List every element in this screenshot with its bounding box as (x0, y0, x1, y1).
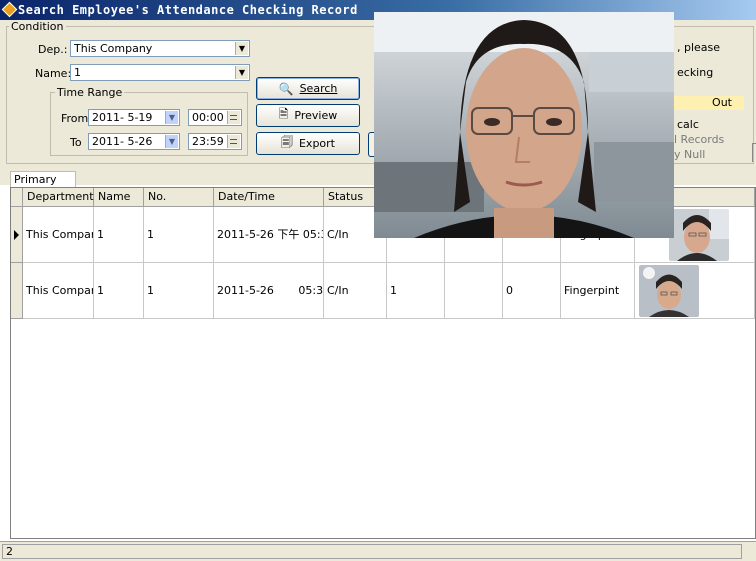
employee-photo-thumbnail[interactable] (639, 265, 699, 317)
cell-verify[interactable]: Fingerpint (561, 263, 635, 319)
department-select[interactable]: This Company ▼ (70, 40, 250, 57)
status-bar: 2 (0, 541, 756, 561)
chevron-down-icon[interactable]: ▼ (235, 66, 248, 79)
hint-text-2: ecking (677, 66, 714, 79)
col-header-datetime[interactable]: Date/Time (214, 188, 324, 207)
partial-control[interactable] (752, 143, 756, 162)
export-label: Export (298, 137, 335, 150)
cell-datetime[interactable]: 2011-5-26 下午 05:37:5 (214, 207, 324, 263)
name-select[interactable]: 1 ▼ (70, 64, 250, 81)
search-icon: 🔍 (278, 81, 294, 96)
from-date-picker[interactable]: 2011- 5-19 ▼ (88, 109, 180, 126)
export-icon: 🗐 (280, 135, 293, 149)
chevron-down-icon[interactable]: ▼ (235, 42, 248, 55)
dep-label: Dep.: (38, 43, 68, 56)
spin-arrows-icon[interactable] (227, 111, 240, 124)
chevron-down-icon[interactable]: ▼ (165, 111, 178, 124)
hint-text-1: , please (677, 41, 721, 54)
out-indicator: Out (674, 96, 744, 110)
camera-capture-overlay (374, 12, 674, 238)
name-value: 1 (74, 66, 81, 79)
record-count: 2 (2, 544, 742, 559)
from-time-value: 00:00 (192, 111, 224, 124)
from-label: From (61, 112, 89, 125)
to-date-picker[interactable]: 2011- 5-26 ▼ (88, 133, 180, 150)
cell-name[interactable]: 1 (94, 263, 144, 319)
col-header-no[interactable]: No. (144, 188, 214, 207)
camera-face-image (374, 12, 674, 238)
preview-label: Preview (294, 109, 338, 122)
calc-label: calc (677, 118, 699, 131)
null-label: y Null (674, 148, 706, 161)
name-label: Name: (35, 67, 72, 80)
tab-primary-logs[interactable]: Primary Logs (10, 171, 76, 201)
to-date-value: 2011- 5-26 (92, 135, 153, 148)
search-label: Search (299, 82, 338, 95)
face-photo-icon (639, 265, 699, 317)
employee-photo-thumbnail[interactable] (669, 209, 729, 261)
records-table: Department Name No. Date/Time Status Thi… (10, 187, 756, 539)
chevron-down-icon[interactable]: ▼ (165, 135, 178, 148)
row-header-corner (11, 188, 23, 207)
spin-arrows-icon[interactable] (227, 135, 240, 148)
records-label: l Records (674, 133, 725, 146)
cell-col6[interactable]: 1 (387, 263, 445, 319)
department-value: This Company (74, 42, 153, 55)
from-time-spinner[interactable]: 00:00 (188, 109, 242, 126)
cell-status[interactable]: C/In (324, 263, 387, 319)
condition-legend: Condition (9, 20, 66, 33)
face-photo-icon (669, 209, 729, 261)
time-range-legend: Time Range (55, 86, 125, 99)
to-time-value: 23:59 (192, 135, 224, 148)
cell-no[interactable]: 1 (144, 207, 214, 263)
cell-department[interactable]: This Company (23, 263, 94, 319)
to-label: To (70, 136, 82, 149)
search-button[interactable]: 🔍 Search (256, 77, 360, 100)
row-indicator[interactable] (11, 207, 23, 263)
preview-icon: 🗎 (278, 107, 289, 121)
window-title: Search Employee's Attendance Checking Re… (18, 3, 358, 17)
to-time-spinner[interactable]: 23:59 (188, 133, 242, 150)
cell-datetime[interactable]: 2011-5-26 05:37:5 (214, 263, 324, 319)
from-date-value: 2011- 5-19 (92, 111, 153, 124)
cell-department[interactable]: This Company (23, 207, 94, 263)
current-row-arrow-icon (14, 230, 19, 240)
export-button[interactable]: 🗐 Export (256, 132, 360, 155)
col-header-name[interactable]: Name (94, 188, 144, 207)
preview-button[interactable]: 🗎 Preview (256, 104, 360, 127)
cell-col8[interactable]: 0 (503, 263, 561, 319)
row-indicator[interactable] (11, 263, 23, 319)
col-header-department[interactable]: Department (23, 188, 94, 207)
cell-name[interactable]: 1 (94, 207, 144, 263)
cell-col7[interactable] (445, 263, 503, 319)
cell-no[interactable]: 1 (144, 263, 214, 319)
app-icon (1, 1, 18, 18)
